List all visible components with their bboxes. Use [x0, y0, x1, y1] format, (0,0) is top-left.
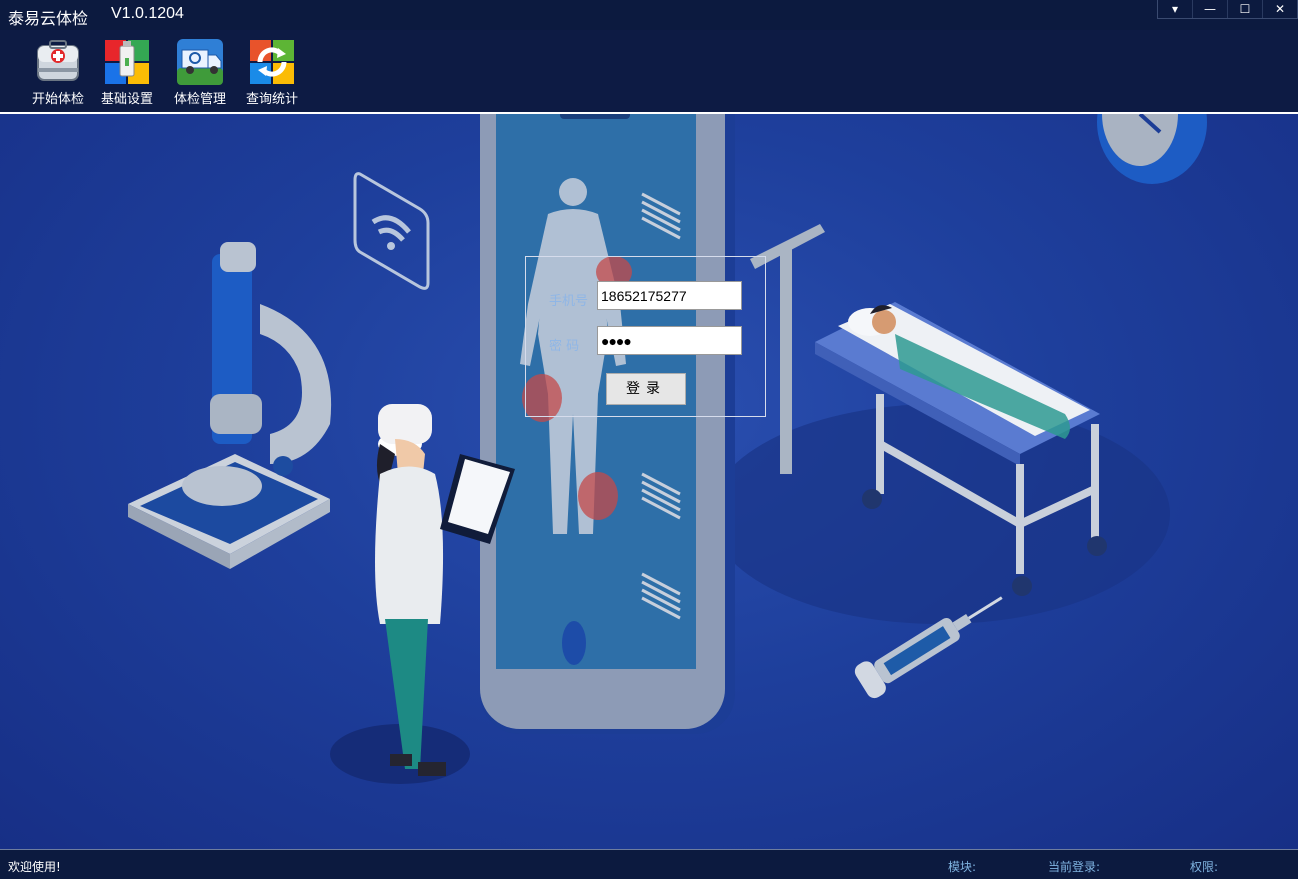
medkit-icon [34, 38, 82, 86]
toolbar-label: 开始体检 [31, 92, 84, 107]
app-version: V1.0.1204 [111, 5, 184, 22]
exam-management-button[interactable]: 体检管理 [165, 38, 235, 107]
background-illustration [0, 114, 1298, 849]
password-input[interactable] [597, 326, 742, 355]
basic-settings-button[interactable]: 基础设置 [92, 38, 162, 107]
permission-label: 权限: [1190, 860, 1219, 874]
module-label: 模块: [948, 860, 977, 874]
phone-input[interactable] [597, 281, 742, 310]
settings-usb-icon [103, 38, 151, 86]
login-button[interactable]: 登录 [606, 373, 686, 405]
welcome-text: 欢迎使用! [8, 860, 61, 874]
close-icon[interactable]: ✕ [1262, 0, 1297, 18]
query-stats-button[interactable]: 查询统计 [237, 38, 307, 107]
toolbar-label: 体检管理 [173, 92, 226, 107]
toolbar-label: 基础设置 [100, 92, 153, 107]
title-bar: 泰易云体检 V1.0.1204 ▾ — ☐ ✕ [0, 0, 1298, 30]
app-title: 泰易云体检 [8, 9, 89, 28]
window-controls: ▾ — ☐ ✕ [1157, 0, 1298, 19]
status-bar: 欢迎使用! 模块: 当前登录: 权限: [0, 849, 1298, 879]
minimize-icon[interactable]: — [1192, 0, 1227, 18]
toolbar: 开始体检 基础设置 体检管理 查询统计 [0, 30, 1298, 112]
phone-label: 手机号 [549, 294, 589, 309]
maximize-icon[interactable]: ☐ [1227, 0, 1262, 18]
medical-illustration [128, 114, 1207, 784]
menu-dropdown-icon[interactable]: ▾ [1158, 0, 1192, 18]
refresh-stats-icon [248, 38, 296, 86]
login-panel: 手机号 密 码 登录 [525, 256, 766, 417]
truck-icon [176, 38, 224, 86]
start-exam-button[interactable]: 开始体检 [23, 38, 93, 107]
password-label: 密 码 [549, 339, 580, 354]
current-login-label: 当前登录: [1048, 860, 1101, 874]
toolbar-label: 查询统计 [245, 92, 298, 107]
